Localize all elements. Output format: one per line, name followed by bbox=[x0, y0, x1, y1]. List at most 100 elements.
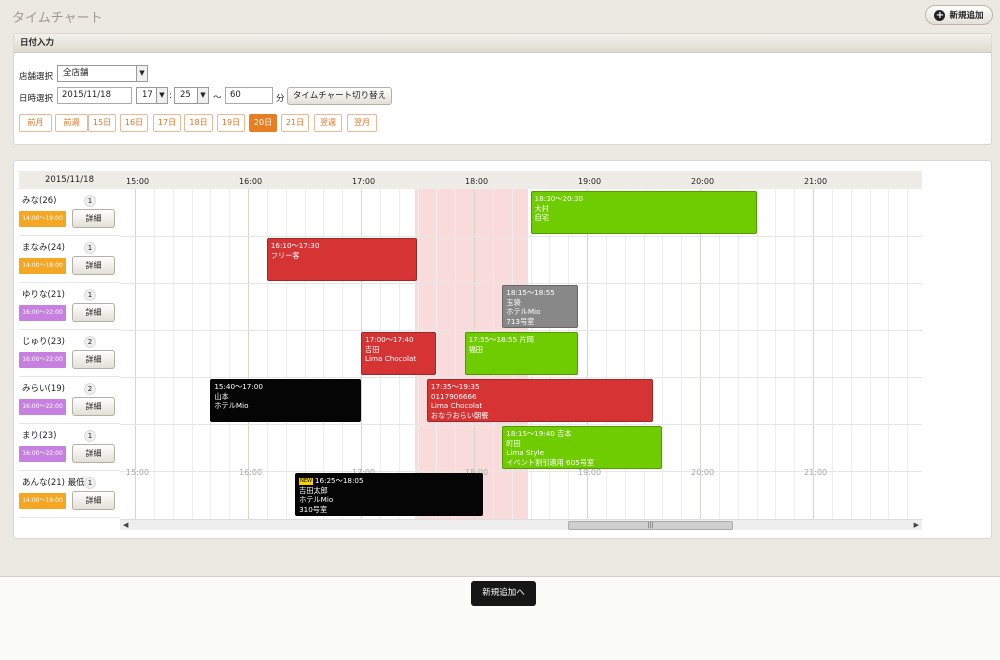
booking-count-badge: 2 bbox=[84, 336, 96, 348]
grid-line bbox=[775, 189, 777, 519]
booking-block[interactable]: 18:15〜18:55 玉袋 ホテルMio 713号室 bbox=[502, 285, 578, 328]
booking-line: Lima Chocolat bbox=[365, 354, 417, 363]
staff-row: まり(23) 1 16:00〜22:00 詳細 bbox=[19, 424, 120, 471]
hour-label: 18:00 bbox=[465, 177, 489, 186]
date-nav-button[interactable]: 20日 bbox=[249, 114, 277, 132]
grid-hour-label: 19:00 bbox=[578, 468, 602, 477]
detail-button[interactable]: 詳細 bbox=[72, 209, 115, 228]
goto-new-add-button[interactable]: 新規追加へ bbox=[471, 581, 536, 606]
shift-badge: 16:00〜22:00 bbox=[19, 352, 66, 368]
booking-line: Lima Chocolat bbox=[430, 401, 483, 410]
booking-line: 18:30〜20:30 bbox=[534, 194, 584, 203]
date-nav-button[interactable]: 17日 bbox=[153, 114, 181, 132]
grid-line bbox=[907, 189, 909, 519]
date-nav-button[interactable]: 15日 bbox=[88, 114, 116, 132]
detail-button[interactable]: 詳細 bbox=[72, 444, 115, 463]
shift-badge: 16:00〜22:00 bbox=[19, 305, 66, 321]
scroll-thumb[interactable]: ||| bbox=[568, 521, 733, 530]
detail-button[interactable]: 詳細 bbox=[72, 397, 115, 416]
detail-button[interactable]: 詳細 bbox=[72, 350, 115, 369]
hour-select[interactable]: 17 ▼ bbox=[136, 87, 168, 104]
date-nav-button[interactable]: 18日 bbox=[184, 114, 213, 132]
booking-block[interactable]: 18:15〜19:40 吉本 町田 Lima Style イベント割引適用 605号室 bbox=[502, 426, 663, 469]
new-add-label: 新規追加 bbox=[949, 11, 984, 21]
datetime-label: 日時選択 bbox=[19, 94, 54, 104]
new-add-button[interactable]: + 新規追加 bbox=[925, 5, 993, 25]
booking-block[interactable]: 17:00〜17:40 吉田 Lima Chocolat bbox=[361, 332, 437, 375]
booking-count-badge: 1 bbox=[84, 477, 96, 489]
minute-select[interactable]: 25 ▼ bbox=[174, 87, 209, 104]
booking-block[interactable]: NEW 16:25〜18:05 吉田太郎 ホテルMio 310号室 bbox=[295, 473, 484, 516]
booking-line: 福田 bbox=[468, 344, 483, 354]
booking-line: 17:35〜19:35 bbox=[430, 382, 480, 391]
staff-name: ゆりな(21) bbox=[22, 290, 65, 300]
booking-line: 吉田 bbox=[365, 344, 380, 354]
booking-block[interactable]: 17:35〜19:35 0117906666 Lima Chocolat おなラおらい… bbox=[426, 379, 653, 422]
staff-name: まり(23) bbox=[22, 431, 57, 441]
grid-line bbox=[718, 189, 720, 519]
date-field[interactable]: 2015/11/18 bbox=[57, 87, 132, 104]
booking-line: ホテルMio bbox=[299, 495, 334, 504]
store-select[interactable]: 全店舗 ▼ bbox=[57, 65, 148, 82]
hour-label: 21:00 bbox=[804, 177, 828, 186]
detail-button[interactable]: 詳細 bbox=[72, 256, 115, 275]
date-nav-button[interactable]: 19日 bbox=[217, 114, 245, 132]
grid-line bbox=[455, 189, 457, 519]
date-nav-button[interactable]: 16日 bbox=[120, 114, 148, 132]
booking-block[interactable]: 15:40〜17:00 山本 ホテルMio bbox=[210, 379, 361, 422]
grid-hour-label: 20:00 bbox=[691, 468, 715, 477]
date-nav-button[interactable]: 前月 bbox=[19, 114, 52, 132]
grid-line bbox=[869, 189, 871, 519]
staff-row: あんな(21) 最低 1 14:00〜19:00 詳細 bbox=[19, 471, 120, 518]
booking-line: Lima Style bbox=[506, 448, 544, 457]
page-title: タイムチャート bbox=[12, 11, 103, 26]
grid-hour-label: 16:00 bbox=[239, 468, 263, 477]
grid-line bbox=[191, 189, 193, 519]
booking-line: 310号室 bbox=[299, 504, 328, 514]
date-input-header: 日付入力 bbox=[14, 34, 991, 53]
new-badge: NEW bbox=[299, 477, 313, 485]
grid-line bbox=[210, 189, 212, 519]
booking-block[interactable]: 17:55〜18:55 片岡 福田 bbox=[464, 332, 578, 375]
booking-line: 山本 bbox=[214, 391, 229, 401]
staff-name: じゅり(23) bbox=[22, 337, 65, 347]
booking-line: 17:55〜18:55 片岡 bbox=[468, 335, 534, 344]
grid-line bbox=[888, 189, 890, 519]
switch-timechart-button[interactable]: タイムチャート切り替え bbox=[287, 87, 392, 105]
staff-row: ゆりな(21) 1 16:00〜22:00 詳細 bbox=[19, 283, 120, 330]
chevron-down-icon: ▼ bbox=[156, 88, 167, 103]
staff-name: あんな(21) 最低 bbox=[22, 478, 85, 488]
hour-label: 17:00 bbox=[352, 177, 376, 186]
booking-line: 吉田太郎 bbox=[299, 485, 328, 495]
booking-block[interactable]: 18:30〜20:30 大村 自宅 bbox=[530, 191, 757, 234]
minutes-unit: 分 bbox=[276, 94, 285, 104]
booking-block[interactable]: 16:10〜17:30 フリー客 bbox=[266, 238, 418, 281]
grid-line bbox=[229, 189, 231, 519]
booking-count-badge: 1 bbox=[84, 289, 96, 301]
grid-hour-label: 21:00 bbox=[804, 468, 828, 477]
date-nav-button[interactable]: 翌月 bbox=[347, 114, 377, 132]
row-divider bbox=[120, 283, 922, 284]
duration-field[interactable]: 60 bbox=[225, 87, 273, 104]
booking-line: イベント割引適用 605号室 bbox=[506, 457, 595, 467]
plus-icon: + bbox=[934, 9, 946, 21]
scroll-right-icon[interactable]: ▶ bbox=[914, 520, 919, 531]
shift-badge: 16:00〜22:00 bbox=[19, 399, 66, 415]
booking-line: 0117906666 bbox=[430, 391, 477, 401]
date-nav-button[interactable]: 前週 bbox=[55, 114, 88, 132]
scroll-left-icon[interactable]: ◀ bbox=[123, 520, 128, 531]
staff-name: みな(26) bbox=[22, 196, 57, 206]
horizontal-scrollbar[interactable]: ◀ ||| ▶ bbox=[120, 519, 922, 530]
date-nav-button[interactable]: 21日 bbox=[281, 114, 309, 132]
colon-label: : bbox=[169, 91, 172, 101]
grid-line bbox=[172, 189, 174, 519]
date-nav-button[interactable]: 翌週 bbox=[314, 114, 342, 132]
booking-count-badge: 1 bbox=[84, 430, 96, 442]
detail-button[interactable]: 詳細 bbox=[72, 303, 115, 322]
booking-count-badge: 2 bbox=[84, 383, 96, 395]
shift-badge: 14:00〜19:00 bbox=[19, 211, 66, 227]
chevron-down-icon: ▼ bbox=[197, 88, 208, 103]
detail-button[interactable]: 詳細 bbox=[72, 491, 115, 510]
grid-line bbox=[681, 189, 683, 519]
hour-label: 20:00 bbox=[691, 177, 715, 186]
